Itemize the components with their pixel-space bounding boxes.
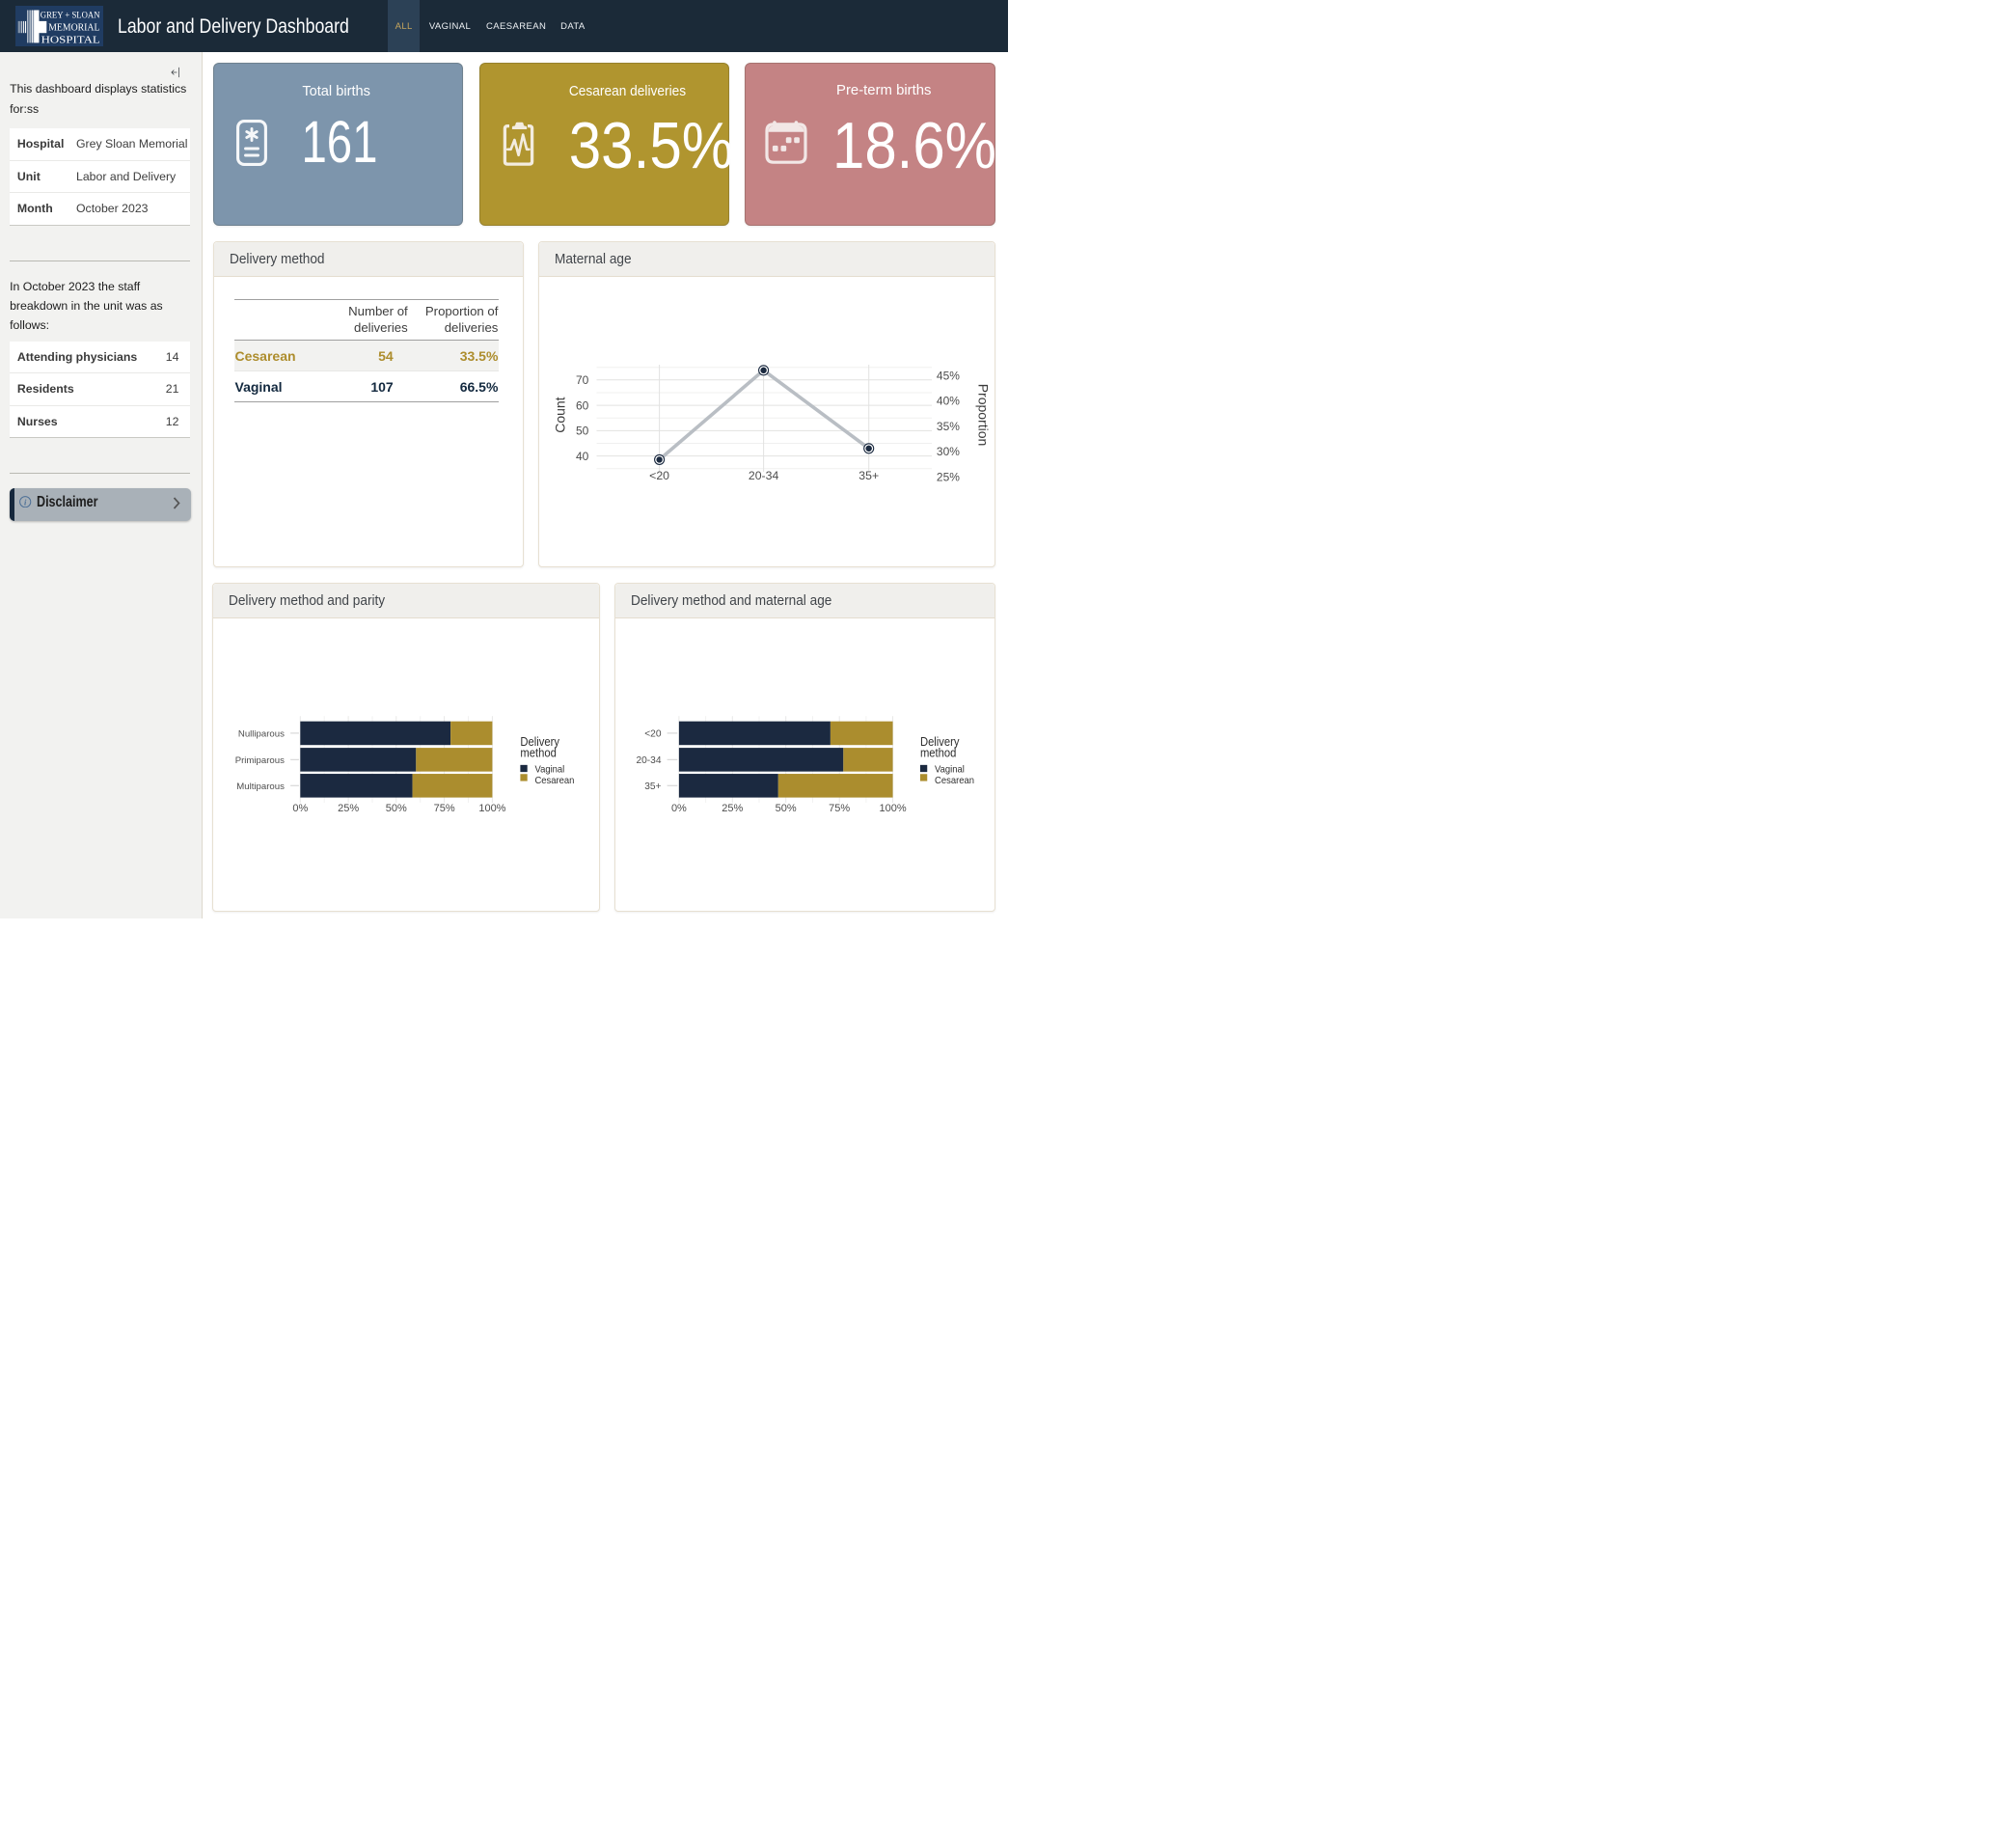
svg-text:25%: 25% bbox=[338, 803, 359, 814]
svg-text:MEMORIAL: MEMORIAL bbox=[48, 22, 99, 33]
svg-text:20-34: 20-34 bbox=[637, 755, 662, 766]
svg-text:<20: <20 bbox=[644, 728, 662, 739]
svg-text:Cesarean: Cesarean bbox=[935, 776, 974, 787]
svg-text:Vaginal: Vaginal bbox=[535, 764, 565, 776]
svg-text:60: 60 bbox=[576, 398, 589, 412]
svg-text:HOSPITAL: HOSPITAL bbox=[41, 35, 100, 45]
svg-text:25%: 25% bbox=[722, 803, 743, 814]
svg-text:70: 70 bbox=[576, 373, 589, 387]
svg-text:35+: 35+ bbox=[644, 781, 661, 792]
svg-text:Count: Count bbox=[552, 397, 567, 432]
svg-text:75%: 75% bbox=[829, 803, 850, 814]
svg-text:75%: 75% bbox=[434, 803, 455, 814]
svg-text:100%: 100% bbox=[479, 803, 506, 814]
svg-text:20-34: 20-34 bbox=[749, 469, 779, 482]
svg-text:0%: 0% bbox=[293, 803, 309, 814]
svg-text:45%: 45% bbox=[937, 369, 960, 382]
svg-text:35+: 35+ bbox=[858, 469, 879, 482]
svg-text:40: 40 bbox=[576, 450, 589, 463]
svg-text:0%: 0% bbox=[671, 803, 687, 814]
svg-text:35%: 35% bbox=[937, 419, 960, 432]
svg-text:50%: 50% bbox=[776, 803, 797, 814]
svg-text:GREY + SLOAN: GREY + SLOAN bbox=[41, 10, 100, 20]
svg-text:Primiparous: Primiparous bbox=[235, 755, 285, 766]
svg-text:Proportion: Proportion bbox=[976, 383, 992, 446]
svg-text:50: 50 bbox=[576, 424, 589, 437]
svg-text:Nulliparous: Nulliparous bbox=[238, 728, 285, 739]
svg-text:50%: 50% bbox=[386, 803, 407, 814]
svg-text:30%: 30% bbox=[937, 445, 960, 458]
svg-text:100%: 100% bbox=[880, 803, 907, 814]
svg-text:method: method bbox=[521, 746, 557, 760]
svg-text:method: method bbox=[920, 746, 956, 760]
svg-text:i: i bbox=[24, 497, 27, 507]
svg-text:25%: 25% bbox=[937, 470, 960, 483]
svg-text:Vaginal: Vaginal bbox=[935, 764, 965, 776]
svg-text:<20: <20 bbox=[649, 469, 669, 482]
svg-text:40%: 40% bbox=[937, 394, 960, 407]
svg-text:Cesarean: Cesarean bbox=[535, 776, 575, 787]
svg-text:Multiparous: Multiparous bbox=[237, 781, 286, 792]
